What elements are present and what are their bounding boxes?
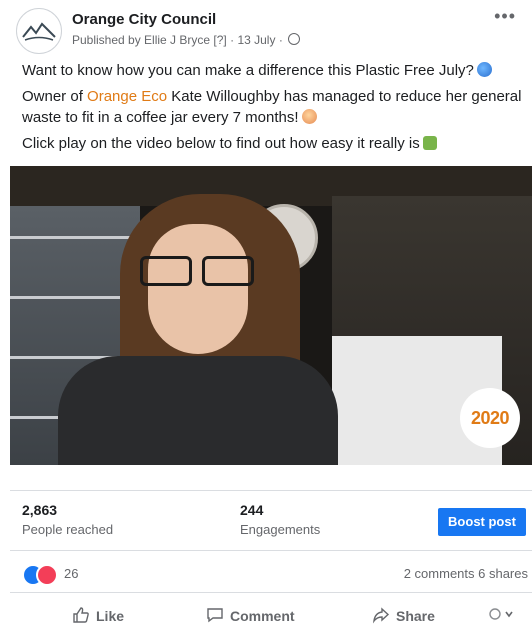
play-emoji-icon [422,136,437,150]
comments-shares-count[interactable]: 2 comments 6 shares [404,566,528,581]
thumbs-up-icon [73,607,89,623]
love-reaction-icon[interactable] [36,564,58,586]
engagements-label: Engagements [240,522,321,537]
page-avatar[interactable] [16,8,62,54]
post-line-1: Want to know how you can make a differen… [22,60,528,81]
post-date[interactable]: 13 July [237,33,275,47]
like-button[interactable]: Like [72,606,124,624]
post-line-2: Owner of Orange Eco Kate Willoughby has … [22,88,522,126]
boost-post-button[interactable]: Boost post [438,508,526,536]
speaker [148,224,248,354]
share-button[interactable]: Share [372,606,435,624]
audience-selector[interactable] [488,606,516,625]
comment-icon [207,608,223,623]
globe-emoji-icon [476,62,492,77]
astonished-emoji-icon [301,109,317,124]
post-body: Want to know how you can make a differen… [22,60,528,159]
post-insights: 2,863 People reached 244 Engagements Boo… [22,500,528,544]
people-reached-value: 2,863 [22,502,58,518]
reactions-bar: 26 2 comments 6 shares [22,562,528,586]
engagements-value: 244 [240,502,264,518]
more-options-icon[interactable]: ••• [494,6,516,27]
people-reached-label: People reached [22,522,114,537]
plastic-free-july-badge: 2020 [460,388,520,448]
post-card: Orange City Council Published by Ellie J… [0,0,532,632]
comment-button[interactable]: Comment [206,606,295,624]
share-arrow-icon [372,607,390,624]
page-name-link[interactable]: Orange City Council [72,11,216,28]
post-actions: Like Comment Share [10,600,532,630]
post-line-3: Click play on the video below to find ou… [22,133,528,154]
globe-icon [288,33,301,45]
help-marker[interactable]: [?] [213,33,226,47]
audience-chevron-icon [489,608,513,620]
orange-eco-link[interactable]: Orange Eco [87,88,167,105]
post-meta: Published by Ellie J Bryce [?] · 13 July… [72,33,301,47]
published-by[interactable]: Published by Ellie J Bryce [72,33,210,47]
reaction-count[interactable]: 26 [64,566,78,581]
mountain-logo-icon [22,22,56,41]
video-player[interactable]: 2020 [10,166,532,465]
post-header: Orange City Council Published by Ellie J… [16,6,516,54]
